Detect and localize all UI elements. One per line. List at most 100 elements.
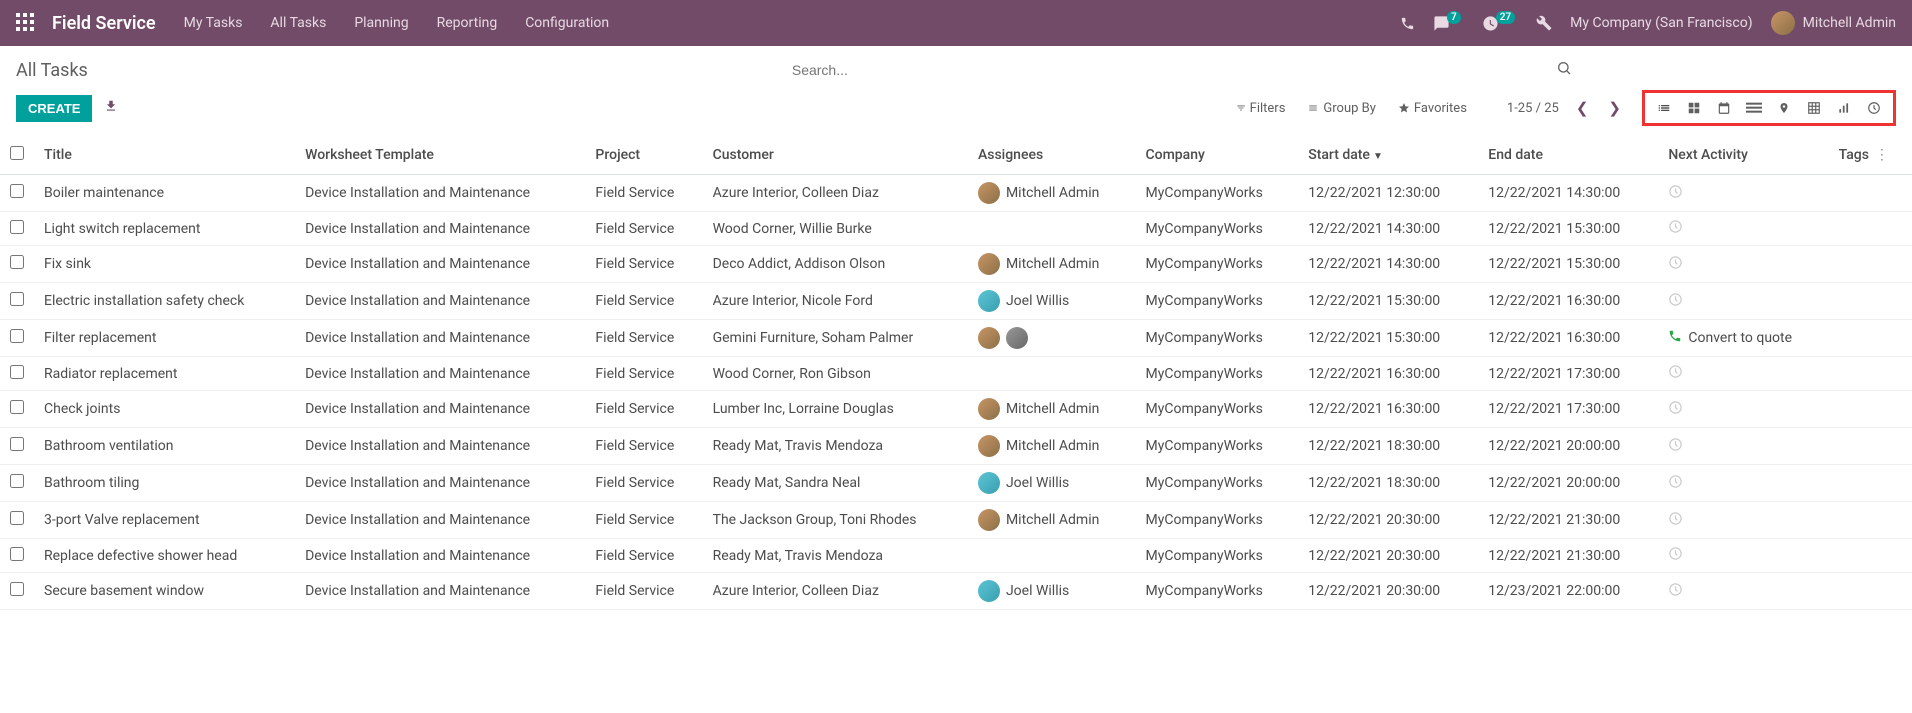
cell-title: Radiator replacement	[34, 357, 295, 391]
download-button[interactable]	[104, 99, 118, 117]
view-graph[interactable]	[1829, 95, 1859, 121]
avatar[interactable]	[978, 182, 1000, 204]
avatar[interactable]	[978, 580, 1000, 602]
view-activity[interactable]	[1859, 95, 1889, 121]
select-all-checkbox[interactable]	[10, 146, 24, 160]
clock-icon[interactable]	[1668, 514, 1683, 530]
cell-title: Fix sink	[34, 246, 295, 283]
nav-all-tasks[interactable]: All Tasks	[270, 15, 326, 31]
search-icon[interactable]	[1548, 56, 1580, 84]
row-checkbox[interactable]	[10, 582, 24, 596]
column-options-icon[interactable]: ⋮	[1875, 147, 1889, 163]
row-checkbox[interactable]	[10, 365, 24, 379]
avatar[interactable]	[978, 327, 1000, 349]
cell-company: MyCompanyWorks	[1136, 357, 1299, 391]
filters-button[interactable]: Filters	[1236, 101, 1286, 116]
cell-start: 12/22/2021 20:30:00	[1298, 539, 1478, 573]
cell-worksheet: Device Installation and Maintenance	[295, 539, 585, 573]
avatar[interactable]	[978, 290, 1000, 312]
nav-configuration[interactable]: Configuration	[525, 15, 609, 31]
assignee-name: Joel Willis	[1006, 475, 1069, 491]
row-checkbox[interactable]	[10, 511, 24, 525]
col-worksheet[interactable]: Worksheet Template	[295, 136, 585, 175]
cell-start: 12/22/2021 18:30:00	[1298, 465, 1478, 502]
row-checkbox[interactable]	[10, 437, 24, 451]
row-checkbox[interactable]	[10, 220, 24, 234]
col-tags[interactable]: Tags⋮	[1829, 136, 1912, 175]
row-checkbox[interactable]	[10, 329, 24, 343]
app-title[interactable]: Field Service	[52, 13, 156, 34]
col-start[interactable]: Start date▼	[1298, 136, 1478, 175]
col-activity[interactable]: Next Activity	[1658, 136, 1828, 175]
col-assignees[interactable]: Assignees	[968, 136, 1136, 175]
search-input[interactable]	[788, 56, 1548, 84]
view-map[interactable]	[1769, 95, 1799, 121]
clock-icon[interactable]	[1668, 549, 1683, 565]
debug-icon[interactable]	[1536, 15, 1552, 31]
pager-text[interactable]: 1-25 / 25	[1507, 101, 1559, 116]
apps-icon[interactable]	[16, 13, 36, 33]
avatar[interactable]	[978, 435, 1000, 457]
clock-icon[interactable]	[1668, 295, 1683, 311]
cell-end: 12/22/2021 14:30:00	[1478, 175, 1658, 212]
groupby-button[interactable]: Group By	[1307, 101, 1376, 116]
view-gantt[interactable]	[1739, 95, 1769, 121]
view-kanban[interactable]	[1679, 95, 1709, 121]
table-row[interactable]: Check jointsDevice Installation and Main…	[0, 391, 1912, 428]
row-checkbox[interactable]	[10, 400, 24, 414]
col-customer[interactable]: Customer	[703, 136, 968, 175]
cell-end: 12/22/2021 16:30:00	[1478, 320, 1658, 357]
table-row[interactable]: Secure basement windowDevice Installatio…	[0, 573, 1912, 610]
table-row[interactable]: Electric installation safety checkDevice…	[0, 283, 1912, 320]
row-checkbox[interactable]	[10, 292, 24, 306]
clock-icon[interactable]	[1668, 585, 1683, 601]
avatar[interactable]	[978, 472, 1000, 494]
create-button[interactable]: CREATE	[16, 95, 92, 122]
clock-icon[interactable]	[1668, 222, 1683, 238]
table-row[interactable]: 3-port Valve replacementDevice Installat…	[0, 502, 1912, 539]
table-row[interactable]: Replace defective shower headDevice Inst…	[0, 539, 1912, 573]
avatar[interactable]	[978, 398, 1000, 420]
pager-prev[interactable]: ❮	[1573, 96, 1592, 120]
company-selector[interactable]: My Company (San Francisco)	[1570, 15, 1752, 31]
activities-icon[interactable]: 27	[1482, 15, 1518, 32]
row-checkbox[interactable]	[10, 184, 24, 198]
table-row[interactable]: Radiator replacementDevice Installation …	[0, 357, 1912, 391]
table-row[interactable]: Light switch replacementDevice Installat…	[0, 212, 1912, 246]
pager-next[interactable]: ❯	[1605, 96, 1624, 120]
nav-reporting[interactable]: Reporting	[437, 15, 498, 31]
col-title[interactable]: Title	[34, 136, 295, 175]
nav-my-tasks[interactable]: My Tasks	[184, 15, 243, 31]
view-pivot[interactable]	[1799, 95, 1829, 121]
row-checkbox[interactable]	[10, 474, 24, 488]
avatar[interactable]	[978, 509, 1000, 531]
clock-icon[interactable]	[1668, 403, 1683, 419]
table-row[interactable]: Bathroom ventilationDevice Installation …	[0, 428, 1912, 465]
phone-icon[interactable]	[1668, 329, 1682, 347]
clock-icon[interactable]	[1668, 367, 1683, 383]
cell-start: 12/22/2021 14:30:00	[1298, 246, 1478, 283]
favorites-button[interactable]: Favorites	[1398, 101, 1467, 116]
col-company[interactable]: Company	[1136, 136, 1299, 175]
avatar[interactable]	[1006, 327, 1028, 349]
avatar[interactable]	[978, 253, 1000, 275]
nav-planning[interactable]: Planning	[354, 15, 408, 31]
table-row[interactable]: Fix sinkDevice Installation and Maintena…	[0, 246, 1912, 283]
table-row[interactable]: Bathroom tilingDevice Installation and M…	[0, 465, 1912, 502]
row-checkbox[interactable]	[10, 547, 24, 561]
messages-icon[interactable]: 7	[1433, 15, 1464, 32]
clock-icon[interactable]	[1668, 440, 1683, 456]
clock-icon[interactable]	[1668, 187, 1683, 203]
phone-icon[interactable]	[1400, 16, 1415, 31]
clock-icon[interactable]	[1668, 477, 1683, 493]
cell-activity	[1658, 246, 1828, 283]
view-calendar[interactable]	[1709, 95, 1739, 121]
table-row[interactable]: Filter replacementDevice Installation an…	[0, 320, 1912, 357]
col-end[interactable]: End date	[1478, 136, 1658, 175]
row-checkbox[interactable]	[10, 255, 24, 269]
col-project[interactable]: Project	[585, 136, 702, 175]
user-menu[interactable]: Mitchell Admin	[1771, 11, 1896, 35]
clock-icon[interactable]	[1668, 258, 1683, 274]
view-list[interactable]	[1649, 95, 1679, 121]
table-row[interactable]: Boiler maintenanceDevice Installation an…	[0, 175, 1912, 212]
